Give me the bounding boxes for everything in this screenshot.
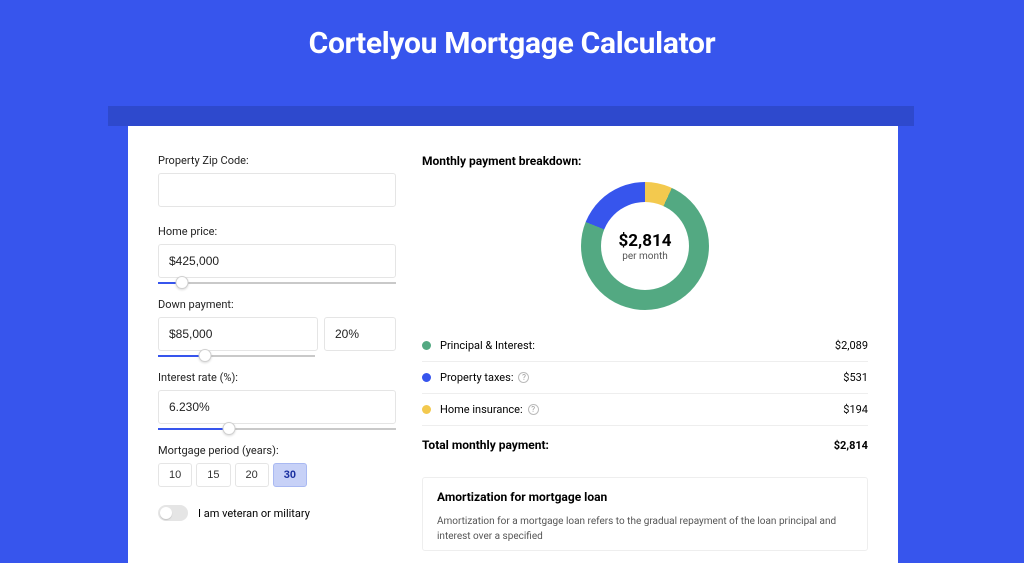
veteran-toggle-knob (160, 507, 172, 519)
veteran-label: I am veteran or military (198, 507, 310, 520)
form-column: Property Zip Code: Home price: Down paym… (158, 154, 396, 551)
legend-value-insurance: $194 (843, 403, 868, 416)
zip-label: Property Zip Code: (158, 154, 396, 167)
interest-label: Interest rate (%): (158, 371, 396, 384)
legend-value-taxes: $531 (843, 371, 868, 384)
zip-input[interactable] (158, 173, 396, 207)
amortization-card: Amortization for mortgage loan Amortizat… (422, 477, 868, 551)
legend-dot-yellow-icon (422, 405, 431, 414)
period-option-20[interactable]: 20 (235, 463, 269, 487)
down-payment-pct-input[interactable] (324, 317, 396, 351)
veteran-toggle[interactable] (158, 505, 188, 521)
donut-center-value: $2,814 (619, 231, 672, 251)
home-price-slider[interactable] (158, 282, 396, 284)
legend-label-insurance-text: Home insurance: (440, 403, 523, 416)
legend: Principal & Interest: $2,089 Property ta… (422, 330, 868, 461)
legend-label-taxes-text: Property taxes: (440, 371, 513, 384)
down-payment-label: Down payment: (158, 298, 396, 311)
amortization-title: Amortization for mortgage loan (437, 490, 853, 504)
breakdown-title: Monthly payment breakdown: (422, 154, 868, 168)
donut-chart-wrap: $2,814 per month (422, 182, 868, 310)
interest-input[interactable] (158, 390, 396, 424)
veteran-row: I am veteran or military (158, 505, 396, 521)
home-price-slider-thumb[interactable] (175, 276, 188, 289)
legend-dot-blue-icon (422, 373, 431, 382)
home-price-label: Home price: (158, 225, 396, 238)
down-payment-slider[interactable] (158, 355, 315, 357)
legend-label-taxes: Property taxes: ? (440, 371, 843, 384)
down-payment-group: Down payment: (158, 298, 396, 357)
amortization-text: Amortization for a mortgage loan refers … (437, 514, 853, 544)
period-group: Mortgage period (years): 10 15 20 30 (158, 444, 396, 487)
period-options: 10 15 20 30 (158, 463, 396, 487)
home-price-group: Home price: (158, 225, 396, 284)
legend-value-total: $2,814 (834, 439, 868, 452)
down-payment-input[interactable] (158, 317, 318, 351)
down-payment-slider-thumb[interactable] (199, 349, 212, 362)
header-banner (108, 106, 914, 126)
legend-value-principal: $2,089 (835, 339, 868, 352)
zip-group: Property Zip Code: (158, 154, 396, 211)
legend-row-total: Total monthly payment: $2,814 (422, 426, 868, 461)
period-label: Mortgage period (years): (158, 444, 396, 457)
legend-dot-green-icon (422, 341, 431, 350)
donut-center: $2,814 per month (581, 182, 709, 310)
calculator-card: Property Zip Code: Home price: Down paym… (128, 126, 898, 563)
legend-row-insurance: Home insurance: ? $194 (422, 394, 868, 426)
interest-slider-thumb[interactable] (223, 422, 236, 435)
donut-center-sub: per month (622, 251, 668, 262)
legend-row-principal: Principal & Interest: $2,089 (422, 330, 868, 362)
period-option-15[interactable]: 15 (196, 463, 230, 487)
interest-slider-fill (158, 428, 229, 430)
help-icon[interactable]: ? (528, 404, 539, 415)
period-option-10[interactable]: 10 (158, 463, 192, 487)
period-option-30[interactable]: 30 (273, 463, 307, 487)
breakdown-column: Monthly payment breakdown: $2,814 per mo… (422, 154, 868, 551)
interest-slider[interactable] (158, 428, 396, 430)
interest-group: Interest rate (%): (158, 371, 396, 430)
help-icon[interactable]: ? (518, 372, 529, 383)
legend-label-insurance: Home insurance: ? (440, 403, 843, 416)
legend-row-taxes: Property taxes: ? $531 (422, 362, 868, 394)
page-title: Cortelyou Mortgage Calculator (0, 0, 1024, 83)
legend-label-principal: Principal & Interest: (440, 339, 835, 352)
legend-label-total: Total monthly payment: (422, 438, 834, 452)
home-price-input[interactable] (158, 244, 396, 278)
donut-chart: $2,814 per month (581, 182, 709, 310)
